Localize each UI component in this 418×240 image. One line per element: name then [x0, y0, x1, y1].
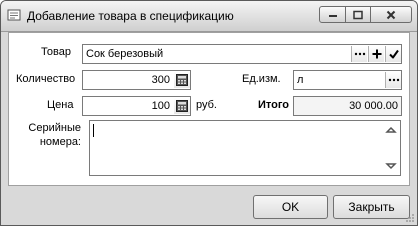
product-add-button[interactable] [368, 46, 384, 62]
plus-icon [372, 49, 381, 59]
form-icon [7, 8, 21, 22]
minimize-button[interactable] [319, 6, 346, 23]
total-label: Итого [258, 99, 290, 111]
price-calculator-button[interactable] [174, 98, 190, 114]
unit-field[interactable]: л [293, 70, 402, 90]
close-button[interactable]: Закрыть [333, 195, 410, 219]
quantity-calculator-button[interactable] [174, 72, 190, 88]
quantity-value: 300 [151, 74, 170, 86]
maximize-icon [353, 10, 363, 19]
price-value: 100 [151, 100, 170, 112]
calculator-icon [176, 100, 188, 112]
serials-textarea[interactable] [89, 120, 401, 176]
scroll-down-button[interactable] [383, 158, 399, 174]
arrow-down-icon [385, 163, 397, 170]
total-value: 30 000.00 [349, 100, 398, 112]
total-field: 30 000.00 [293, 96, 402, 116]
product-select-button[interactable] [351, 46, 367, 62]
product-field[interactable]: Сок березовый [82, 44, 402, 64]
ellipsis-icon [388, 78, 399, 82]
title-bar[interactable]: Добавление товара в спецификацию [1, 1, 417, 32]
product-label: Товар [41, 46, 71, 58]
close-icon [386, 10, 396, 19]
quantity-label: Количество [16, 73, 76, 85]
quantity-input[interactable]: 300 [82, 70, 191, 90]
text-caret [93, 124, 94, 137]
unit-label: Ед.изм. [242, 73, 281, 85]
checkmark-icon [388, 49, 399, 59]
calculator-icon [176, 74, 188, 86]
maximize-button[interactable] [346, 6, 371, 23]
currency-label: руб. [196, 99, 217, 111]
unit-value: л [297, 74, 304, 86]
form-panel: Товар Сок березовый Количество 300 Ед.из… [8, 32, 410, 186]
resize-grip-icon[interactable] [405, 213, 415, 223]
product-confirm-button[interactable] [385, 46, 401, 62]
price-label: Цена [47, 99, 74, 111]
minimize-icon [328, 14, 337, 17]
close-window-button[interactable] [371, 6, 412, 23]
serials-label-line2: номера: [39, 136, 81, 148]
window-title: Добавление товара в спецификацию [27, 9, 234, 23]
arrow-up-icon [385, 126, 397, 133]
ok-button[interactable]: OK [253, 195, 328, 219]
unit-select-button[interactable] [385, 72, 401, 88]
scroll-up-button[interactable] [383, 122, 399, 138]
product-value: Сок березовый [86, 48, 164, 60]
serials-label-line1: Серийные [28, 122, 81, 134]
dialog-window: Добавление товара в спецификацию Товар С… [0, 0, 418, 226]
ellipsis-icon [354, 52, 365, 56]
price-input[interactable]: 100 [82, 96, 191, 116]
